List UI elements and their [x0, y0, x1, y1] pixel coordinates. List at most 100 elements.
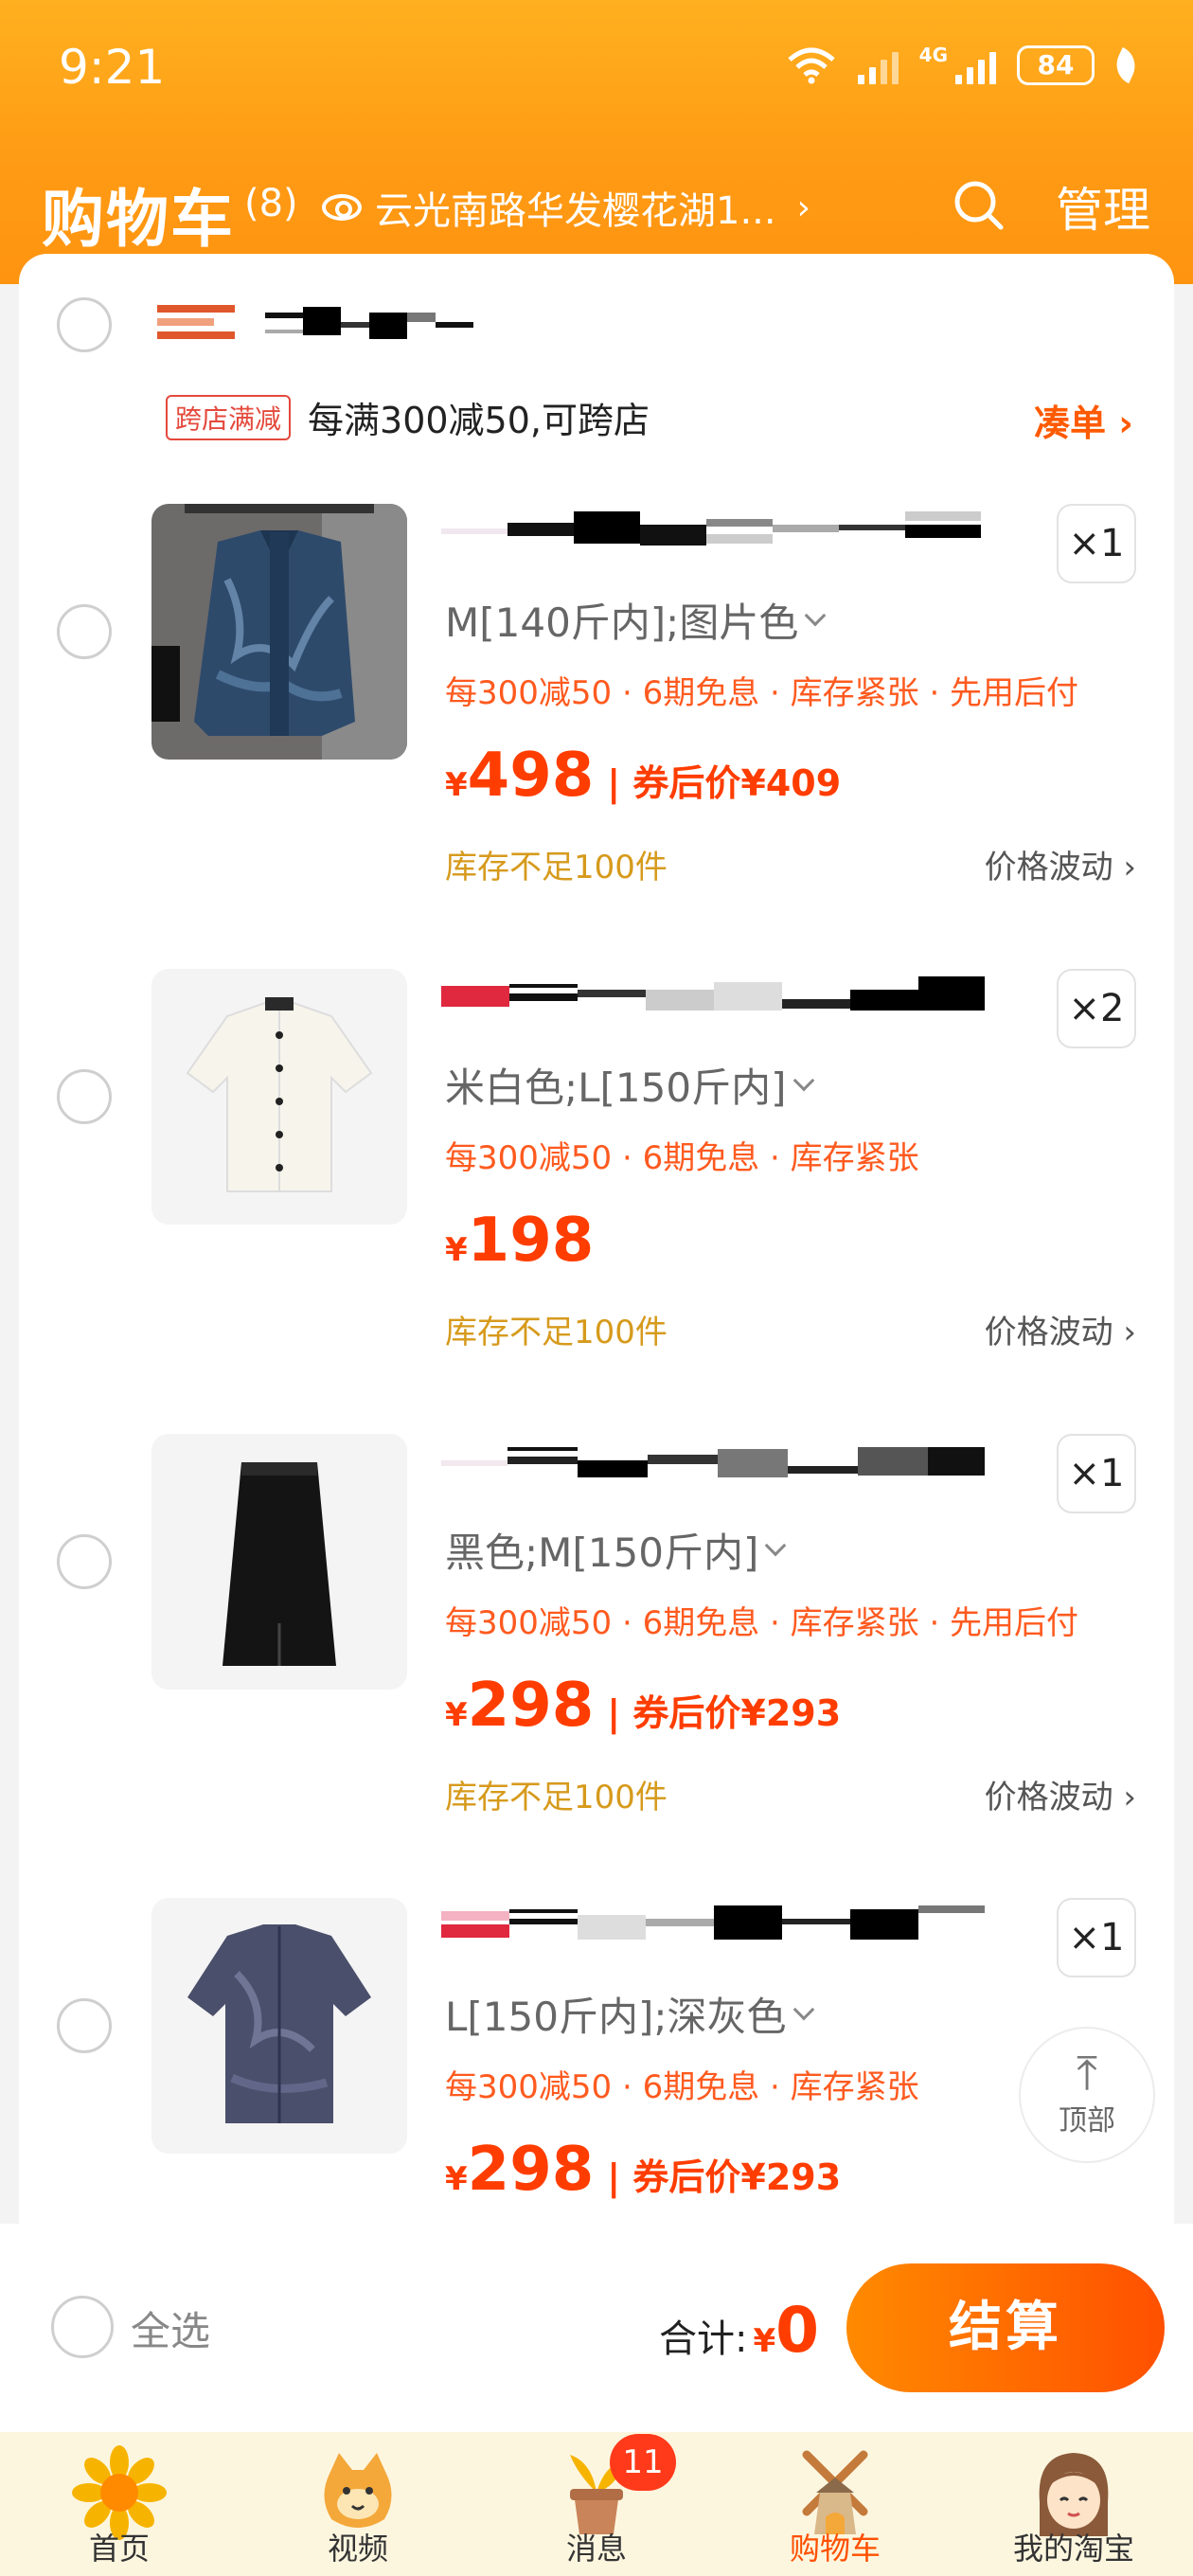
signal-1-icon [857, 46, 899, 84]
sku-selector[interactable]: M[140斤内];图片色 [445, 591, 827, 649]
product-title-redacted[interactable] [441, 1905, 1009, 1949]
total-label: 合计: [659, 2317, 748, 2361]
product-title-redacted[interactable] [441, 976, 1009, 1020]
cart-item: ×2 米白色;L[150斤内] 每300减50 · 6期免息 · 库存紧张 ¥ … [19, 969, 1174, 1433]
price-row: ¥ 298 | 券后价¥293 [445, 2135, 841, 2205]
stock-warning: 库存不足100件 [445, 1314, 668, 1351]
message-badge: 11 [610, 2434, 676, 2491]
price-fluctuation-link[interactable]: 价格波动 › [985, 1771, 1136, 1817]
price-row: ¥ 198 [445, 1206, 607, 1276]
chevron-right-icon: › [796, 188, 810, 227]
price-fluctuation-link[interactable]: 价格波动 › [985, 841, 1136, 887]
blue-jacket-image [151, 504, 407, 760]
tab-label: 首页 [88, 2531, 150, 2567]
sku-text: 米白色;L[150斤内] [445, 1064, 787, 1111]
tab-profile[interactable]: 我的淘宝 [954, 2432, 1193, 2576]
signal-2-icon [955, 46, 996, 84]
item-select-radio[interactable] [57, 1998, 112, 2053]
shop-name-redacted[interactable] [265, 307, 473, 345]
product-image[interactable] [151, 1898, 407, 2154]
stock-warning: 库存不足100件 [445, 1779, 668, 1816]
tab-label: 视频 [327, 2531, 388, 2567]
network-label: 4G [918, 44, 948, 66]
tab-cart[interactable]: 购物车 [716, 2432, 954, 2576]
manage-button[interactable]: 管理 [1056, 172, 1150, 241]
sku-text: M[140斤内];图片色 [445, 599, 799, 646]
quantity-button[interactable]: ×1 [1057, 1898, 1136, 1977]
tab-label: 我的淘宝 [1012, 2531, 1134, 2567]
checkout-button[interactable]: 结算 [846, 2263, 1165, 2392]
product-title-redacted[interactable] [441, 1441, 1009, 1485]
item-tags: 每300减50 · 6期免息 · 库存紧张 [445, 2068, 919, 2106]
location-text: 云光南路华发樱花湖1... [375, 189, 776, 233]
quantity-button[interactable]: ×1 [1057, 504, 1136, 583]
price-currency: ¥ [445, 1231, 468, 1269]
price-row: ¥ 298 | 券后价¥293 [445, 1671, 841, 1741]
white-shirt-image [151, 969, 407, 1225]
item-select-radio[interactable] [57, 1534, 112, 1589]
cart-count: (8) [244, 182, 298, 225]
total-currency: ¥ [753, 2322, 776, 2360]
sku-selector[interactable]: L[150斤内];深灰色 [445, 1985, 814, 2043]
chevron-down-icon [792, 1069, 814, 1091]
battery-indicator: 84 [1017, 45, 1095, 85]
item-tags: 每300减50 · 6期免息 · 库存紧张 · 先用后付 [445, 1604, 1079, 1642]
tab-messages[interactable]: 11 消息 [477, 2432, 716, 2576]
page-title: 购物车 [42, 183, 235, 256]
status-time: 9:21 [59, 40, 166, 95]
chevron-down-icon [792, 1998, 814, 2020]
search-icon[interactable] [952, 178, 1005, 231]
price-value: 298 [467, 2135, 595, 2205]
sku-text: 黑色;M[150斤内] [445, 1530, 759, 1576]
item-tags: 每300减50 · 6期免息 · 库存紧张 [445, 1139, 919, 1177]
sku-text: L[150斤内];深灰色 [445, 1994, 787, 2040]
title-row: 购物车 (8) 云光南路华发樱花湖1... › 管理 [0, 152, 1193, 256]
coupon-price: | 券后价¥409 [607, 762, 842, 804]
select-all-label[interactable]: 全选 [131, 2299, 210, 2357]
delivery-location[interactable]: 云光南路华发樱花湖1... › [322, 180, 810, 235]
price-currency: ¥ [445, 1696, 468, 1734]
cart-item: ×1 黑色;M[150斤内] 每300减50 · 6期免息 · 库存紧张 · 先… [19, 1434, 1174, 1898]
shop-logo[interactable] [157, 305, 235, 347]
product-title-redacted[interactable] [441, 511, 1009, 555]
product-image[interactable] [151, 969, 407, 1225]
shop-select-radio[interactable] [57, 297, 112, 352]
status-icons: 4G 84 [786, 44, 1142, 85]
price-row: ¥ 498 | 券后价¥409 [445, 741, 841, 811]
status-bar: 9:21 4G 84 [0, 0, 1193, 133]
total-amount: 合计: ¥ 0 [659, 2294, 819, 2367]
tab-video[interactable]: 视频 [239, 2432, 477, 2576]
item-select-radio[interactable] [57, 604, 112, 659]
promo-text: 每满300减50,可跨店 [308, 400, 650, 441]
chevron-down-icon [765, 1534, 787, 1556]
back-to-top-button[interactable]: ⤒ 顶部 [1019, 2027, 1155, 2163]
tab-home[interactable]: 首页 [0, 2432, 239, 2576]
price-fluctuation-link[interactable]: 价格波动 › [985, 1306, 1136, 1352]
sku-selector[interactable]: 米白色;L[150斤内] [445, 1056, 814, 1114]
price-value: 198 [467, 1206, 595, 1276]
arrow-up-icon: ⤒ [1076, 2046, 1098, 2101]
quantity-button[interactable]: ×1 [1057, 1434, 1136, 1513]
stock-warning: 库存不足100件 [445, 849, 668, 886]
tab-label: 消息 [565, 2531, 627, 2567]
black-skirt-image [151, 1434, 407, 1690]
cart-item: ×1 M[140斤内];图片色 每300减50 · 6期免息 · 库存紧张 · … [19, 504, 1174, 968]
select-all-radio[interactable] [51, 2296, 114, 2358]
product-image[interactable] [151, 504, 407, 760]
item-select-radio[interactable] [57, 1069, 112, 1124]
checkout-bar: 全选 合计: ¥ 0 结算 [0, 2224, 1193, 2432]
item-tags: 每300减50 · 6期免息 · 库存紧张 · 先用后付 [445, 674, 1079, 712]
promo-row: 跨店满减 每满300减50,可跨店 [166, 391, 650, 443]
cart-shop-card: 跨店满减 每满300减50,可跨店 凑单 › ×1 M[140斤内];图片色 每… [19, 254, 1174, 2224]
quantity-button[interactable]: ×2 [1057, 969, 1136, 1048]
price-value: 498 [467, 741, 595, 811]
price-currency: ¥ [445, 2160, 468, 2198]
coupon-price: | 券后价¥293 [607, 1692, 842, 1734]
sku-selector[interactable]: 黑色;M[150斤内] [445, 1521, 787, 1579]
wifi-icon [788, 47, 835, 84]
cart-item: ×1 L[150斤内];深灰色 每300减50 · 6期免息 · 库存紧张 ¥ … [19, 1898, 1174, 2224]
product-image[interactable] [151, 1434, 407, 1690]
bottom-tab-bar: 首页 视频 11 消息 购物车 我的淘宝 [0, 2432, 1193, 2576]
coudan-link[interactable]: 凑单 › [1034, 394, 1133, 446]
promo-tag: 跨店满减 [166, 394, 292, 440]
